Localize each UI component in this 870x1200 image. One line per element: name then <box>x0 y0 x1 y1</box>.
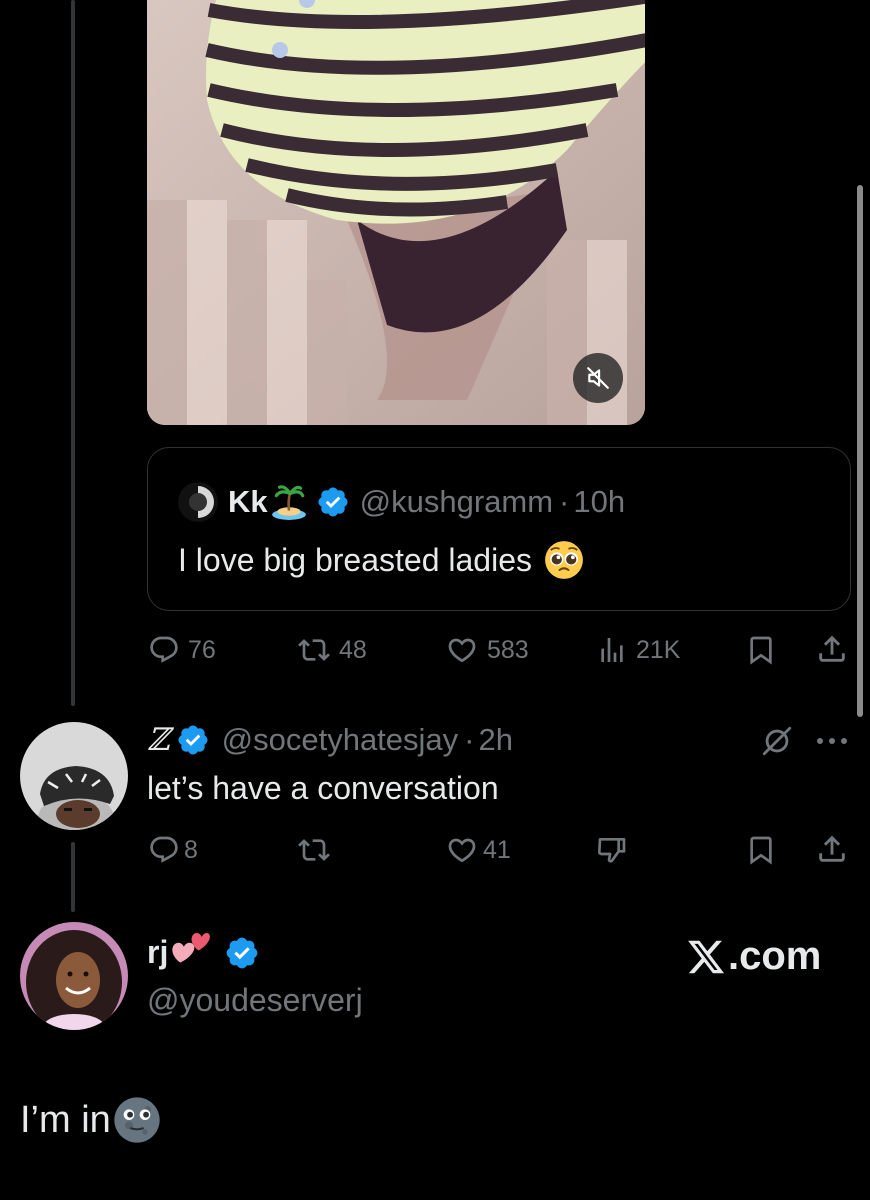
two-hearts-emoji <box>172 932 211 963</box>
reply-count: 76 <box>188 635 216 664</box>
bookmark-icon <box>750 636 772 665</box>
author-name[interactable]: ℤ <box>147 722 170 758</box>
reply-text: I’m in <box>20 1096 161 1144</box>
quoted-tweet-card[interactable]: Kk @kushgramm · 10h I love big breasted … <box>147 447 851 611</box>
avatar[interactable] <box>20 722 128 830</box>
more-options-icon[interactable] <box>815 736 849 746</box>
repost-icon <box>298 639 330 661</box>
verified-badge-icon <box>318 487 348 517</box>
repost-icon <box>298 839 330 861</box>
timestamp[interactable]: 2h <box>479 722 513 758</box>
analytics-icon <box>601 638 623 662</box>
repost-button[interactable] <box>297 834 331 866</box>
repost-button[interactable]: 48 <box>297 634 367 666</box>
bookmark-icon <box>750 836 772 865</box>
share-icon <box>819 635 845 662</box>
author-name[interactable]: Kk <box>228 484 268 520</box>
desert-island-emoji <box>271 485 306 520</box>
verified-badge-icon <box>226 937 258 968</box>
author-handle[interactable]: @socetyhatesjay <box>222 722 459 758</box>
mute-button[interactable] <box>573 353 623 403</box>
quoted-tweet-text: I love big breasted ladies <box>178 540 584 580</box>
author-handle[interactable]: @youdeserverj <box>147 982 363 1019</box>
heart-icon <box>448 838 476 863</box>
tweet-text: I’m in <box>20 1098 111 1141</box>
like-button[interactable]: 583 <box>445 634 529 666</box>
view-count: 21K <box>636 635 681 664</box>
scrollbar[interactable] <box>857 185 863 717</box>
share-button[interactable] <box>815 832 849 866</box>
video-player[interactable] <box>147 0 645 425</box>
tweet-text: I love big breasted ladies <box>178 541 532 578</box>
like-count: 41 <box>483 835 511 864</box>
reply-text: let’s have a conversation <box>147 770 499 806</box>
separator-dot: · <box>464 722 475 757</box>
downvote-button[interactable] <box>596 834 628 866</box>
repost-count: 48 <box>339 635 367 664</box>
views-button[interactable]: 21K <box>596 634 680 666</box>
share-button[interactable] <box>815 632 849 666</box>
share-icon <box>819 835 845 862</box>
thread-connector-line <box>71 842 75 912</box>
thread-connector-line <box>71 0 75 706</box>
like-count: 583 <box>487 635 529 664</box>
author-name[interactable]: rj <box>147 934 168 971</box>
reply-button[interactable]: 76 <box>148 634 216 666</box>
like-button[interactable]: 41 <box>445 834 511 866</box>
x-com-watermark: .com <box>686 934 821 979</box>
watermark-text: .com <box>728 934 822 978</box>
timestamp[interactable]: 10h <box>573 484 625 520</box>
volume-muted-icon <box>587 367 609 389</box>
avatar[interactable] <box>20 922 128 1030</box>
quoted-tweet-header: Kk @kushgramm · 10h <box>178 482 625 522</box>
bookmark-button[interactable] <box>745 834 777 866</box>
reply-button[interactable]: 8 <box>148 834 198 866</box>
author-handle[interactable]: @kushgramm <box>360 484 553 520</box>
x-logo <box>688 940 725 973</box>
reply-icon <box>150 836 178 863</box>
downvote-icon <box>597 838 626 863</box>
bookmark-button[interactable] <box>745 634 777 666</box>
heart-icon <box>448 638 476 663</box>
reply-header: rj <box>147 932 260 971</box>
grok-icon[interactable] <box>760 724 794 758</box>
verified-badge-icon <box>178 725 208 755</box>
video-frame <box>147 0 645 425</box>
reply-icon <box>150 636 178 663</box>
pleading-face-emoji <box>545 541 583 579</box>
separator-dot: · <box>559 484 570 519</box>
new-moon-face-emoji <box>114 1097 160 1143</box>
reply-header: ℤ @socetyhatesjay · 2h <box>147 720 513 760</box>
reply-count: 8 <box>184 835 198 864</box>
avatar[interactable] <box>178 482 218 522</box>
